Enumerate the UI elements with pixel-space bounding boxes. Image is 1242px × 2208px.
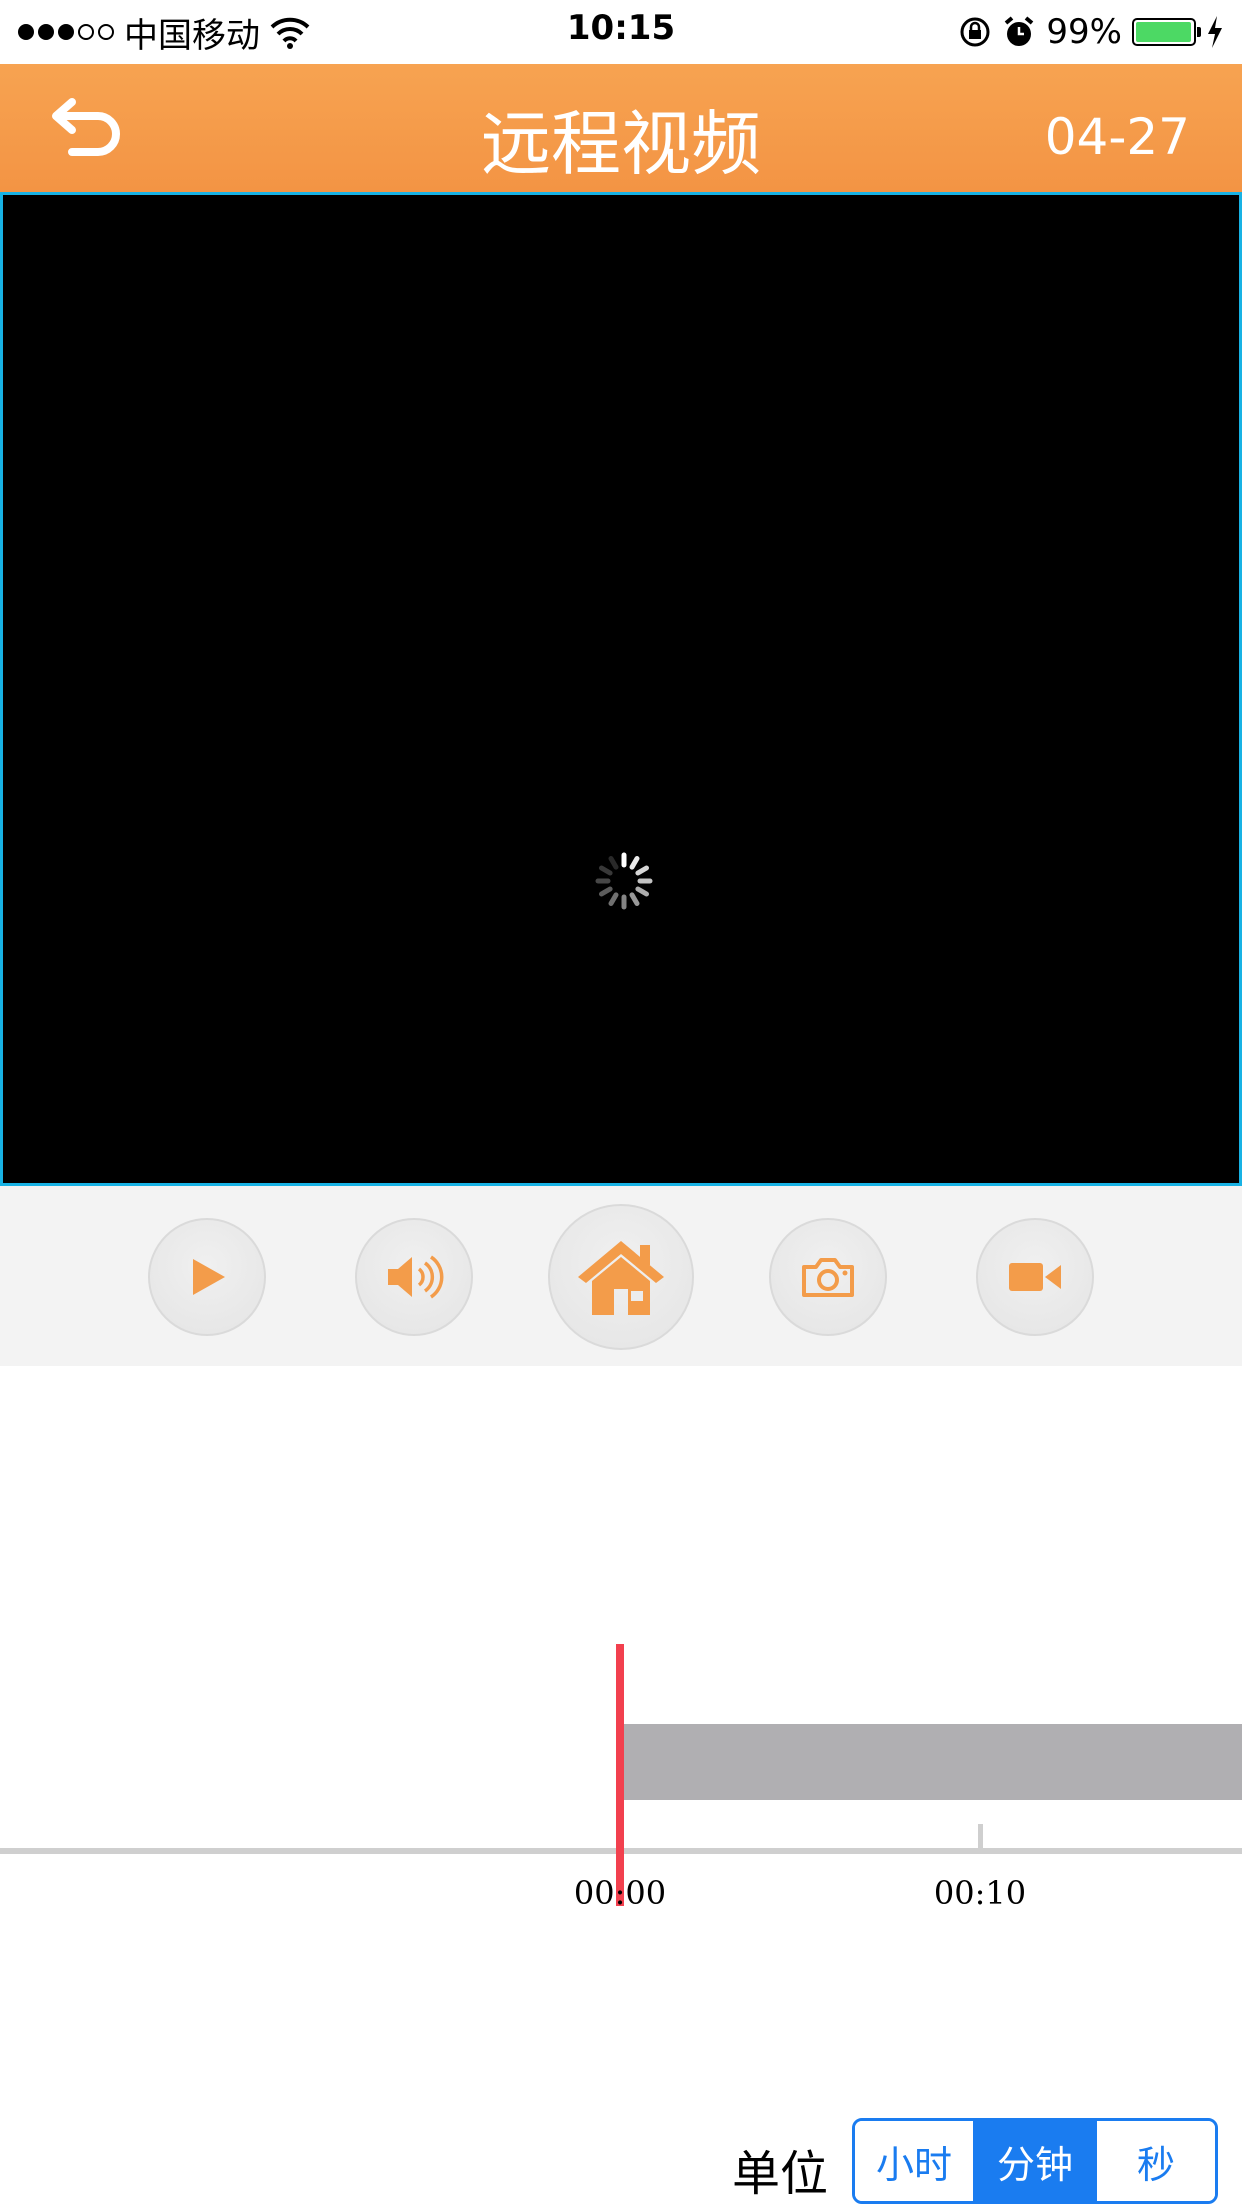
video-record-icon [1009,1263,1061,1291]
charging-bolt-icon [1208,16,1222,48]
play-button[interactable] [148,1218,266,1336]
record-button[interactable] [976,1218,1094,1336]
unit-option-second[interactable]: 秒 [1094,2121,1215,2201]
video-controls [0,1186,1242,1366]
navigation-bar: 远程视频 04-27 [0,64,1242,192]
unit-segmented-control: 小时 分钟 秒 [852,2118,1218,2204]
status-bar-right: 99% [958,10,1224,54]
camera-icon [802,1258,854,1297]
unit-label: 单位 [732,2146,829,2202]
rotation-lock-icon [960,17,990,47]
play-icon [193,1259,225,1295]
loading-spinner-icon [595,852,653,910]
timeline-label: 00:00 [573,1874,667,1912]
unit-option-hour[interactable]: 小时 [855,2121,973,2201]
recording-segment[interactable] [624,1724,1242,1800]
video-player[interactable] [0,192,1242,1186]
unit-option-minute[interactable]: 分钟 [973,2121,1094,2201]
home-button[interactable] [548,1204,694,1350]
snapshot-button[interactable] [769,1218,887,1336]
playback-timeline[interactable]: 00:00 00:10 [0,1620,1242,1920]
playhead-cursor[interactable] [616,1644,624,1906]
home-icon [578,1241,664,1315]
sound-button[interactable] [355,1218,473,1336]
timeline-tick [978,1824,983,1850]
battery-icon [1132,18,1201,46]
date-selector[interactable]: 04-27 [1045,108,1190,166]
timeline-label: 00:10 [933,1874,1027,1912]
alarm-icon [1005,16,1034,46]
speaker-icon [388,1255,444,1299]
battery-percent: 99% [1046,12,1122,52]
status-bar: 中国移动 10:15 99% [0,0,1242,64]
